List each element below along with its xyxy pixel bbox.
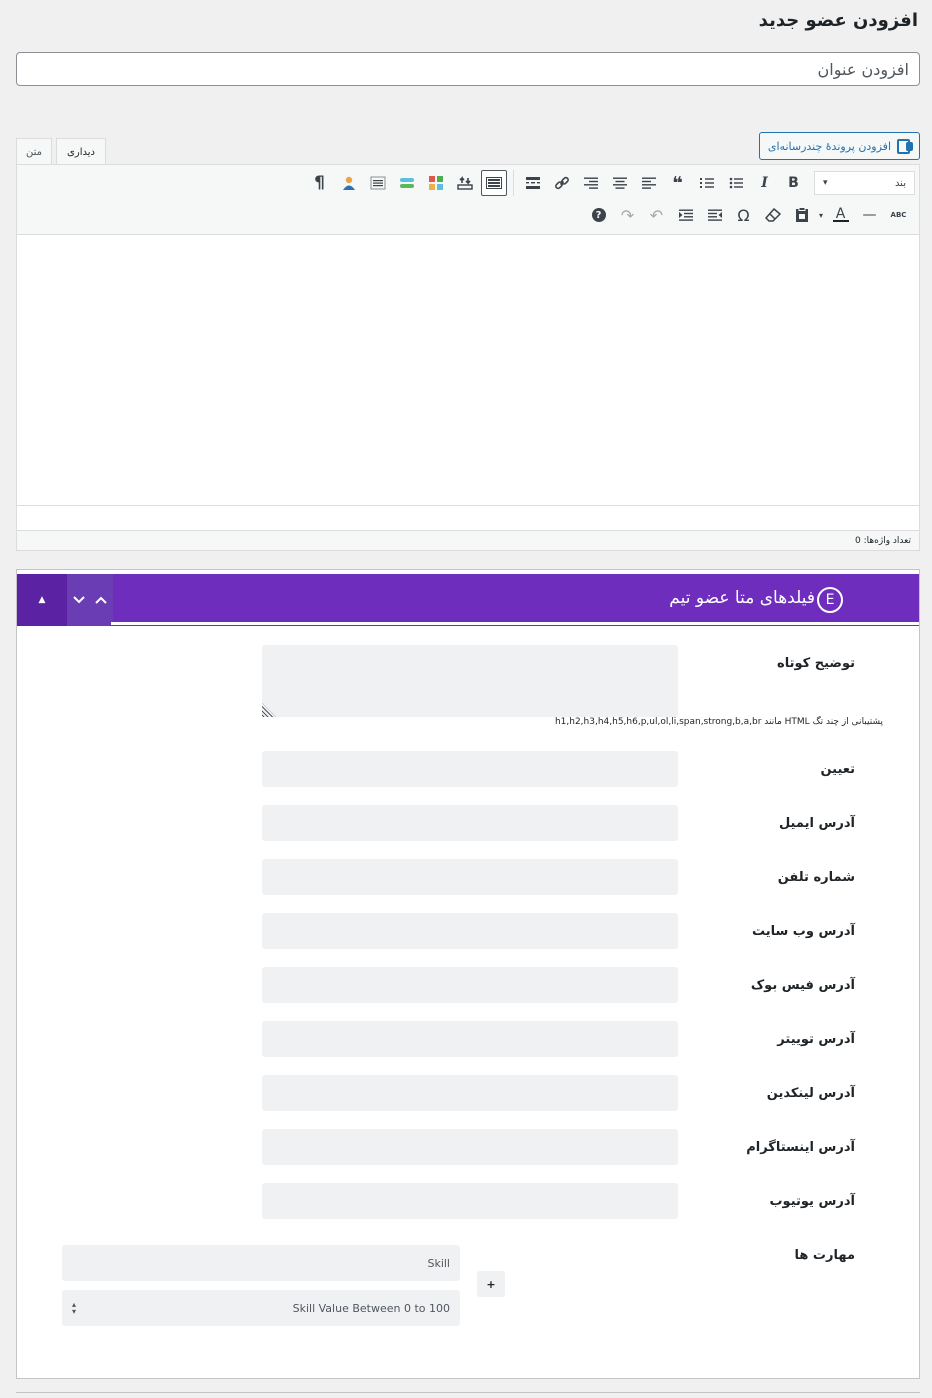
text-color-bar (832, 220, 849, 222)
spellcheck-icon[interactable]: ABC (884, 202, 913, 228)
undo-icon[interactable]: ↶ (642, 202, 671, 228)
toolbar-toggle-icon[interactable] (481, 170, 507, 196)
designation-input[interactable] (262, 751, 678, 787)
email-input[interactable] (262, 805, 678, 841)
word-count: تعداد واژه‌ها: 0 (17, 530, 919, 550)
grid-blocks-icon[interactable] (421, 170, 450, 196)
chevron-down-icon: ▾ (823, 178, 828, 188)
list-lines-icon[interactable] (363, 170, 392, 196)
website-input[interactable] (262, 913, 678, 949)
bold-glyph: B (788, 175, 799, 191)
label-facebook: آدرس فیس بوک (750, 978, 855, 993)
toolbar-row-1: بند ▾ B I ❝ ¶ (305, 170, 915, 196)
add-skill-button[interactable]: + (477, 1271, 505, 1297)
short-desc-textarea[interactable] (262, 645, 678, 717)
label-short-desc: توضیح کوتاه (777, 656, 855, 671)
move-controls (67, 574, 113, 626)
number-spinner-icon[interactable]: ▴ ▾ (72, 1301, 76, 1316)
link-icon[interactable] (547, 170, 576, 196)
youtube-input[interactable] (262, 1183, 678, 1219)
facebook-input[interactable] (262, 967, 678, 1003)
redo-glyph: ↷ (620, 205, 635, 225)
chevron-up-icon[interactable] (95, 596, 107, 604)
next-box-edge (16, 1392, 920, 1398)
add-media-button[interactable]: افزودن پروندهٔ چندرسانه‌ای (758, 132, 920, 160)
label-linkedin: آدرس لینکدین (766, 1086, 855, 1101)
tab-text[interactable]: متن (16, 138, 52, 165)
label-twitter: آدرس توییتر (777, 1032, 855, 1047)
label-instagram: آدرس اینستاگرام (746, 1140, 855, 1155)
toolbar-separator (513, 170, 514, 196)
paragraph-rtl-icon[interactable]: ¶ (305, 170, 334, 196)
align-left-icon[interactable] (634, 170, 663, 196)
blockquote-icon[interactable]: ❝ (663, 170, 692, 196)
media-icon (897, 139, 913, 154)
html-support-hint: پشتیبانی از چند تگ HTML مانند h1,h2,h3,h… (554, 717, 883, 727)
add-media-label: افزودن پروندهٔ چندرسانه‌ای (767, 139, 891, 153)
paragraph-glyph: ¶ (314, 173, 325, 193)
undo-glyph: ↶ (649, 205, 664, 225)
bold-icon[interactable]: B (779, 170, 808, 196)
elementor-badge-icon: E (817, 587, 843, 613)
meta-box-header: ▲ E فیلدهای متا عضو تیم (17, 574, 919, 626)
read-more-icon[interactable] (518, 170, 547, 196)
text-color-caret: ▾ (818, 210, 823, 220)
instagram-input[interactable] (262, 1129, 678, 1165)
label-email: آدرس ایمیل (778, 816, 855, 831)
editor: بند ▾ B I ❝ ¶ ABC — A ▾ Ω ↶ ↷ ? تعداد وا… (16, 164, 920, 551)
skill-value-placeholder: Skill Value Between 0 to 100 (292, 1301, 450, 1315)
horizontal-line-glyph: — (862, 207, 877, 223)
align-center-icon[interactable] (605, 170, 634, 196)
italic-icon[interactable]: I (750, 170, 779, 196)
format-select[interactable]: بند ▾ (814, 171, 915, 195)
label-website: آدرس وب سایت (751, 924, 855, 939)
arrow-up-icon: ▲ (38, 595, 46, 605)
team-meta-box: ▲ E فیلدهای متا عضو تیم توضیح کوتاه پشتی… (16, 569, 920, 1379)
numbered-list-icon[interactable] (692, 170, 721, 196)
layers-icon[interactable] (392, 170, 421, 196)
linkedin-input[interactable] (262, 1075, 678, 1111)
help-icon[interactable]: ? (584, 202, 613, 228)
paste-text-icon[interactable] (787, 202, 816, 228)
twitter-input[interactable] (262, 1021, 678, 1057)
toggle-panel-button[interactable]: ▲ (17, 574, 67, 626)
spellcheck-glyph: ABC (890, 211, 907, 219)
skill-name-placeholder: Skill (427, 1256, 450, 1270)
horizontal-line-icon[interactable]: — (855, 202, 884, 228)
help-glyph: ? (591, 208, 606, 222)
editor-toolbar: بند ▾ B I ❝ ¶ ABC — A ▾ Ω ↶ ↷ ? (17, 165, 919, 235)
user-icon[interactable] (334, 170, 363, 196)
phone-input[interactable] (262, 859, 678, 895)
header-divider (111, 622, 919, 625)
format-select-value: بند (894, 177, 906, 189)
chevron-down-icon[interactable] (73, 596, 85, 604)
post-title-input[interactable] (16, 52, 920, 86)
toolbar-row-2: ABC — A ▾ Ω ↶ ↷ ? (584, 202, 913, 228)
page-title: افزودن عضو جدید (758, 10, 918, 31)
label-skills: مهارت ها (794, 1248, 855, 1263)
editor-content-area[interactable] (17, 236, 919, 506)
redo-icon[interactable]: ↷ (613, 202, 642, 228)
chevron-down-icon[interactable]: ▾ (816, 202, 826, 228)
bullet-list-icon[interactable] (721, 170, 750, 196)
text-color-glyph: A (835, 206, 846, 222)
upload-icon[interactable] (450, 170, 479, 196)
label-designation: تعیین (820, 762, 855, 777)
blockquote-glyph: ❝ (672, 172, 683, 194)
meta-box-title: فیلدهای متا عضو تیم (669, 588, 815, 608)
special-char-icon[interactable]: Ω (729, 202, 758, 228)
indent-icon[interactable] (671, 202, 700, 228)
italic-glyph: I (761, 175, 768, 191)
skill-value-input[interactable]: Skill Value Between 0 to 100 ▴ ▾ (62, 1290, 460, 1326)
label-youtube: آدرس یوتیوب (769, 1194, 855, 1209)
tab-visual[interactable]: دیداری (56, 138, 106, 166)
clear-format-icon[interactable] (758, 202, 787, 228)
outdent-icon[interactable] (700, 202, 729, 228)
align-right-icon[interactable] (576, 170, 605, 196)
skill-name-input[interactable]: Skill (62, 1245, 460, 1281)
text-color-icon[interactable]: A (826, 202, 855, 228)
omega-glyph: Ω (737, 205, 750, 225)
label-phone: شماره تلفن (777, 870, 855, 885)
